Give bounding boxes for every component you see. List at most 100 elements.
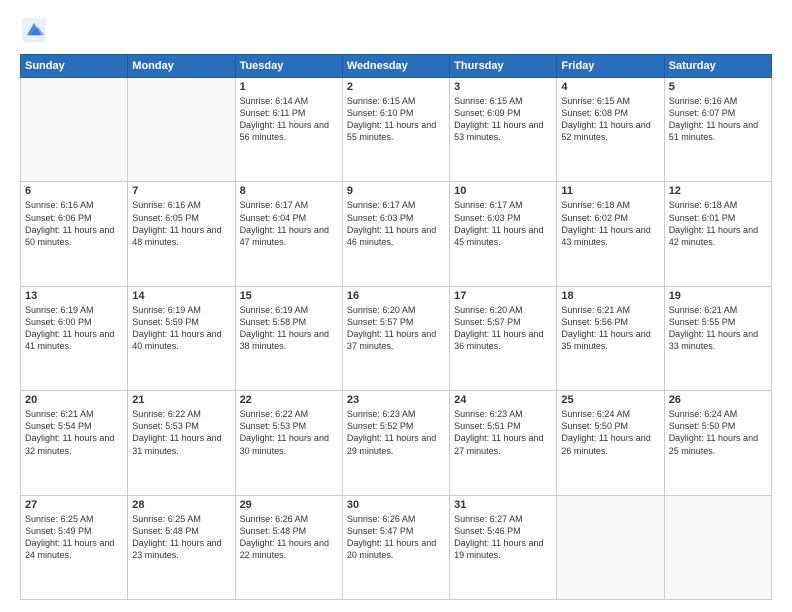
day-number: 14	[132, 290, 230, 302]
calendar-cell: 19 Sunrise: 6:21 AM Sunset: 5:55 PM Dayli…	[664, 286, 771, 390]
calendar-cell: 29 Sunrise: 6:26 AM Sunset: 5:48 PM Dayli…	[235, 495, 342, 599]
cell-info: Sunrise: 6:15 AM Sunset: 6:09 PM Dayligh…	[454, 95, 552, 144]
cell-info: Sunrise: 6:15 AM Sunset: 6:08 PM Dayligh…	[561, 95, 659, 144]
day-number: 28	[132, 499, 230, 511]
calendar-cell: 1 Sunrise: 6:14 AM Sunset: 6:11 PM Daylig…	[235, 78, 342, 182]
day-header-thursday: Thursday	[450, 55, 557, 78]
calendar-cell: 3Sunrise: 6:15 AM Sunset: 6:09 PM Daylig…	[450, 78, 557, 182]
day-number: 16	[347, 290, 445, 302]
calendar-cell: 7 Sunrise: 6:16 AM Sunset: 6:05 PM Daylig…	[128, 182, 235, 286]
logo	[20, 16, 52, 44]
day-header-monday: Monday	[128, 55, 235, 78]
day-number: 4	[561, 81, 659, 93]
calendar-cell: 24 Sunrise: 6:23 AM Sunset: 5:51 PM Dayli…	[450, 391, 557, 495]
calendar-cell: 2 Sunrise: 6:15 AM Sunset: 6:10 PM Daylig…	[342, 78, 449, 182]
cell-info: Sunrise: 6:17 AM Sunset: 6:04 PM Dayligh…	[240, 199, 338, 248]
cell-info: Sunrise: 6:20 AM Sunset: 5:57 PM Dayligh…	[454, 304, 552, 353]
cell-info: Sunrise: 6:25 AM Sunset: 5:49 PM Dayligh…	[25, 513, 123, 562]
cell-info: Sunrise: 6:17 AM Sunset: 6:03 PM Dayligh…	[454, 199, 552, 248]
cell-info: Sunrise: 6:26 AM Sunset: 5:48 PM Dayligh…	[240, 513, 338, 562]
week-row-4: 20 Sunrise: 6:21 AM Sunset: 5:54 PM Dayli…	[21, 391, 772, 495]
logo-icon	[20, 16, 48, 44]
calendar-cell: 8 Sunrise: 6:17 AM Sunset: 6:04 PM Daylig…	[235, 182, 342, 286]
day-number: 27	[25, 499, 123, 511]
day-number: 1	[240, 81, 338, 93]
cell-info: Sunrise: 6:25 AM Sunset: 5:48 PM Dayligh…	[132, 513, 230, 562]
calendar-cell: 9 Sunrise: 6:17 AM Sunset: 6:03 PM Daylig…	[342, 182, 449, 286]
calendar-cell: 18 Sunrise: 6:21 AM Sunset: 5:56 PM Dayli…	[557, 286, 664, 390]
day-number: 30	[347, 499, 445, 511]
calendar-table: SundayMondayTuesdayWednesdayThursdayFrid…	[20, 54, 772, 600]
day-number: 8	[240, 185, 338, 197]
calendar-cell	[128, 78, 235, 182]
calendar-cell: 6 Sunrise: 6:16 AM Sunset: 6:06 PM Daylig…	[21, 182, 128, 286]
day-header-saturday: Saturday	[664, 55, 771, 78]
cell-info: Sunrise: 6:21 AM Sunset: 5:56 PM Dayligh…	[561, 304, 659, 353]
day-header-sunday: Sunday	[21, 55, 128, 78]
cell-info: Sunrise: 6:22 AM Sunset: 5:53 PM Dayligh…	[132, 408, 230, 457]
cell-info: Sunrise: 6:22 AM Sunset: 5:53 PM Dayligh…	[240, 408, 338, 457]
calendar-cell: 11 Sunrise: 6:18 AM Sunset: 6:02 PM Dayli…	[557, 182, 664, 286]
week-row-2: 6 Sunrise: 6:16 AM Sunset: 6:06 PM Daylig…	[21, 182, 772, 286]
day-number: 9	[347, 185, 445, 197]
day-header-tuesday: Tuesday	[235, 55, 342, 78]
day-number: 20	[25, 394, 123, 406]
week-row-5: 27 Sunrise: 6:25 AM Sunset: 5:49 PM Dayli…	[21, 495, 772, 599]
cell-info: Sunrise: 6:23 AM Sunset: 5:52 PM Dayligh…	[347, 408, 445, 457]
day-number: 6	[25, 185, 123, 197]
cell-info: Sunrise: 6:16 AM Sunset: 6:05 PM Dayligh…	[132, 199, 230, 248]
calendar-cell: 17 Sunrise: 6:20 AM Sunset: 5:57 PM Dayli…	[450, 286, 557, 390]
page: SundayMondayTuesdayWednesdayThursdayFrid…	[0, 0, 792, 612]
day-number: 24	[454, 394, 552, 406]
cell-info: Sunrise: 6:15 AM Sunset: 6:10 PM Dayligh…	[347, 95, 445, 144]
day-header-wednesday: Wednesday	[342, 55, 449, 78]
day-number: 13	[25, 290, 123, 302]
calendar-cell: 30 Sunrise: 6:26 AM Sunset: 5:47 PM Dayli…	[342, 495, 449, 599]
week-row-3: 13 Sunrise: 6:19 AM Sunset: 6:00 PM Dayli…	[21, 286, 772, 390]
cell-info: Sunrise: 6:14 AM Sunset: 6:11 PM Dayligh…	[240, 95, 338, 144]
calendar-cell: 21 Sunrise: 6:22 AM Sunset: 5:53 PM Dayli…	[128, 391, 235, 495]
cell-info: Sunrise: 6:16 AM Sunset: 6:06 PM Dayligh…	[25, 199, 123, 248]
cell-info: Sunrise: 6:21 AM Sunset: 5:54 PM Dayligh…	[25, 408, 123, 457]
day-number: 31	[454, 499, 552, 511]
cell-info: Sunrise: 6:19 AM Sunset: 6:00 PM Dayligh…	[25, 304, 123, 353]
calendar-cell: 27 Sunrise: 6:25 AM Sunset: 5:49 PM Dayli…	[21, 495, 128, 599]
calendar-cell: 28 Sunrise: 6:25 AM Sunset: 5:48 PM Dayli…	[128, 495, 235, 599]
day-number: 17	[454, 290, 552, 302]
cell-info: Sunrise: 6:27 AM Sunset: 5:46 PM Dayligh…	[454, 513, 552, 562]
day-number: 22	[240, 394, 338, 406]
day-number: 21	[132, 394, 230, 406]
day-number: 7	[132, 185, 230, 197]
cell-info: Sunrise: 6:19 AM Sunset: 5:58 PM Dayligh…	[240, 304, 338, 353]
day-number: 29	[240, 499, 338, 511]
day-number: 2	[347, 81, 445, 93]
day-number: 10	[454, 185, 552, 197]
calendar-cell: 15 Sunrise: 6:19 AM Sunset: 5:58 PM Dayli…	[235, 286, 342, 390]
calendar-cell: 25Sunrise: 6:24 AM Sunset: 5:50 PM Dayli…	[557, 391, 664, 495]
calendar-cell: 12Sunrise: 6:18 AM Sunset: 6:01 PM Dayli…	[664, 182, 771, 286]
day-number: 15	[240, 290, 338, 302]
cell-info: Sunrise: 6:17 AM Sunset: 6:03 PM Dayligh…	[347, 199, 445, 248]
day-number: 11	[561, 185, 659, 197]
calendar-cell: 20 Sunrise: 6:21 AM Sunset: 5:54 PM Dayli…	[21, 391, 128, 495]
day-number: 18	[561, 290, 659, 302]
day-number: 26	[669, 394, 767, 406]
cell-info: Sunrise: 6:18 AM Sunset: 6:02 PM Dayligh…	[561, 199, 659, 248]
calendar-cell	[21, 78, 128, 182]
day-number: 25	[561, 394, 659, 406]
cell-info: Sunrise: 6:23 AM Sunset: 5:51 PM Dayligh…	[454, 408, 552, 457]
calendar-cell	[664, 495, 771, 599]
cell-info: Sunrise: 6:19 AM Sunset: 5:59 PM Dayligh…	[132, 304, 230, 353]
calendar-cell: 16 Sunrise: 6:20 AM Sunset: 5:57 PM Dayli…	[342, 286, 449, 390]
day-number: 5	[669, 81, 767, 93]
header	[20, 16, 772, 44]
calendar-cell: 14 Sunrise: 6:19 AM Sunset: 5:59 PM Dayli…	[128, 286, 235, 390]
cell-info: Sunrise: 6:21 AM Sunset: 5:55 PM Dayligh…	[669, 304, 767, 353]
cell-info: Sunrise: 6:20 AM Sunset: 5:57 PM Dayligh…	[347, 304, 445, 353]
cell-info: Sunrise: 6:18 AM Sunset: 6:01 PM Dayligh…	[669, 199, 767, 248]
calendar-cell: 26Sunrise: 6:24 AM Sunset: 5:50 PM Dayli…	[664, 391, 771, 495]
day-number: 19	[669, 290, 767, 302]
calendar-cell: 4 Sunrise: 6:15 AM Sunset: 6:08 PM Daylig…	[557, 78, 664, 182]
cell-info: Sunrise: 6:26 AM Sunset: 5:47 PM Dayligh…	[347, 513, 445, 562]
calendar-cell: 10 Sunrise: 6:17 AM Sunset: 6:03 PM Dayli…	[450, 182, 557, 286]
